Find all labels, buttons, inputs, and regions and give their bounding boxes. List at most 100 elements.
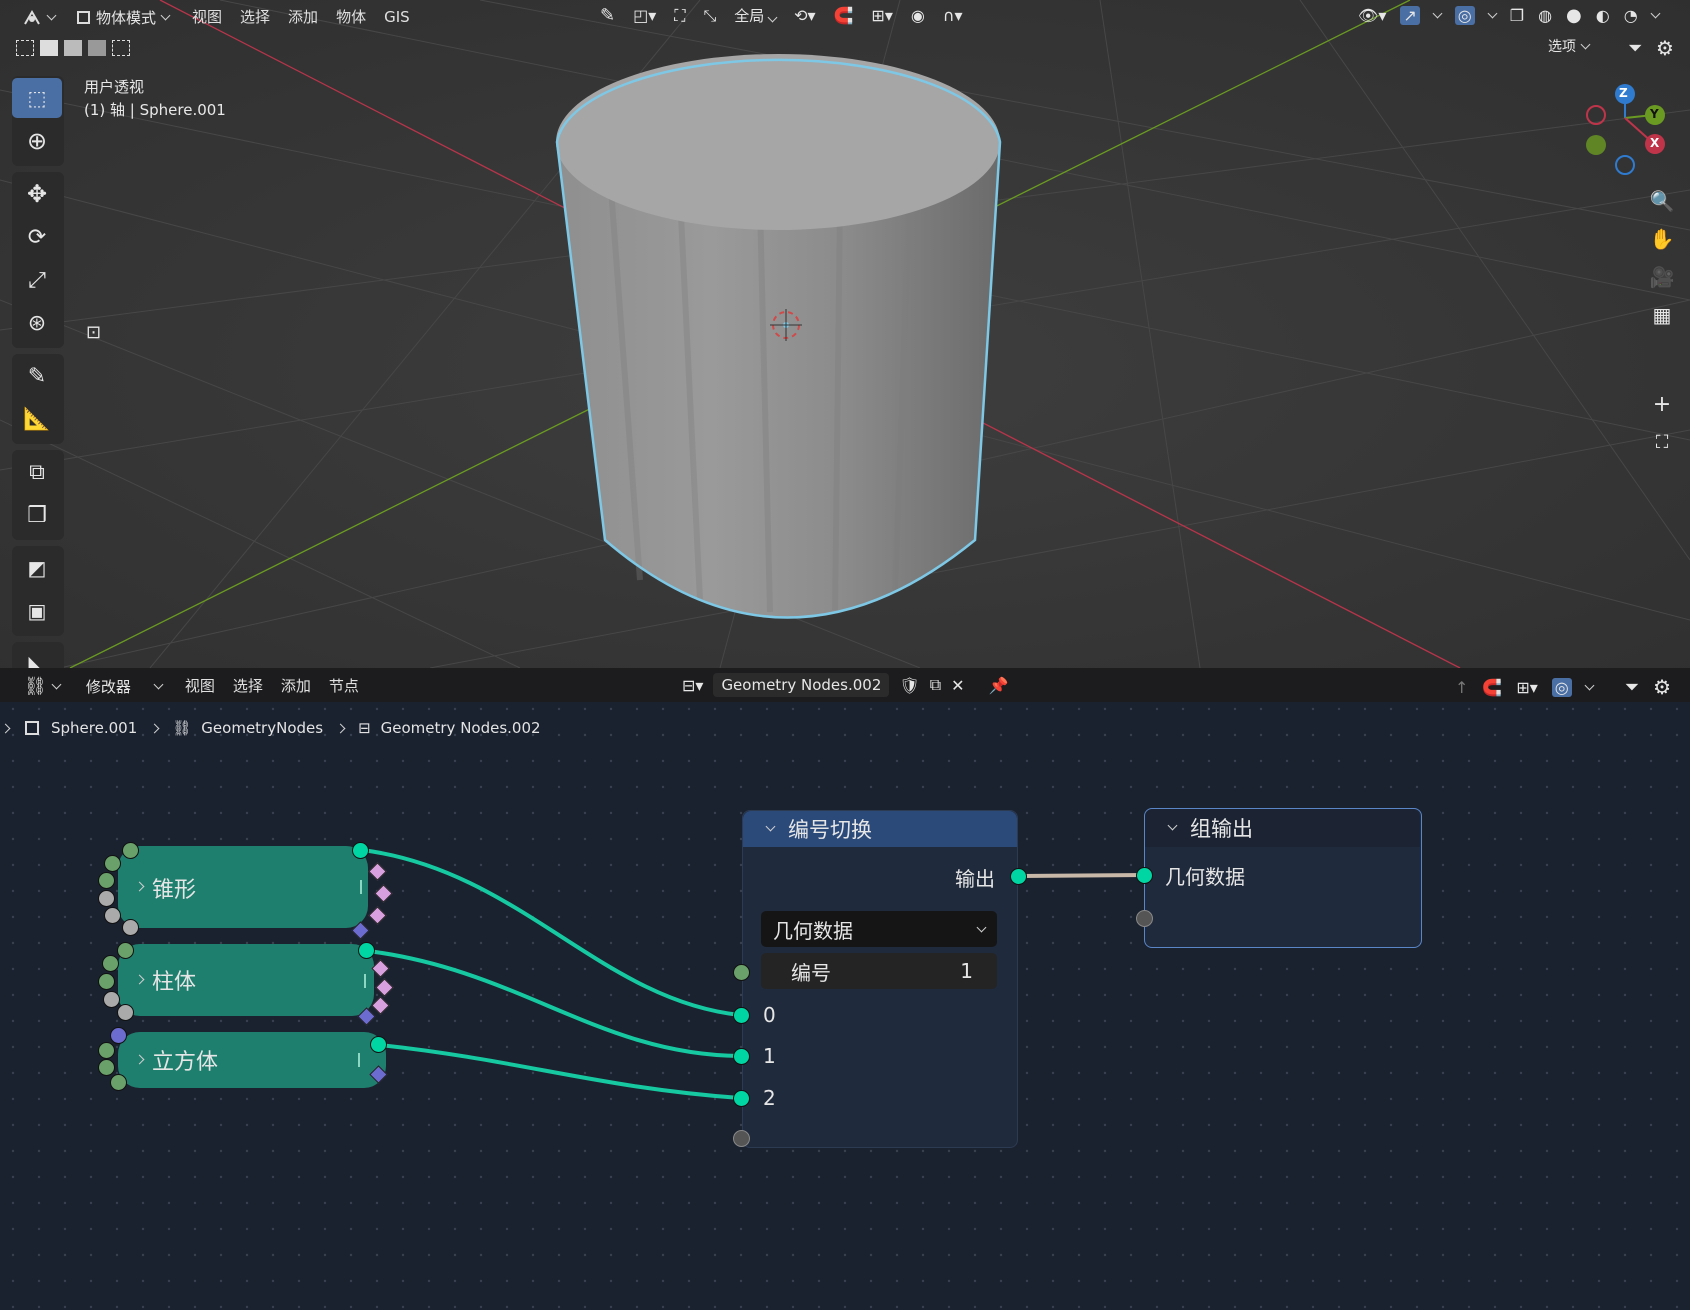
cursor-tool[interactable]: ⊕ (12, 121, 62, 161)
menu-view[interactable]: 视图 (183, 3, 231, 31)
drag-handle[interactable] (360, 880, 362, 894)
input-socket[interactable] (103, 991, 120, 1008)
ne-menu-select[interactable]: 选择 (224, 672, 272, 700)
breadcrumb-modifier[interactable]: GeometryNodes (201, 719, 323, 737)
xray-icon[interactable]: ❐ (1510, 6, 1524, 25)
pivot-icon[interactable]: ⟲▾ (794, 6, 815, 25)
gizmo-z-label[interactable]: Z (1619, 86, 1628, 100)
options-button[interactable]: 选项 (1548, 36, 1591, 56)
eyedropper-icon[interactable]: ✎ (600, 5, 615, 26)
switch-input-socket-1[interactable] (733, 1048, 750, 1065)
group-output-node[interactable]: 组输出 几何数据 (1144, 808, 1422, 948)
menu-select[interactable]: 选择 (231, 3, 279, 31)
extend-input-socket[interactable] (733, 1130, 750, 1147)
node-tree-name-field[interactable]: Geometry Nodes.002 (713, 673, 890, 697)
scale-tool[interactable]: ⤢ (12, 260, 62, 300)
add-object-tool[interactable]: ❒ (12, 495, 62, 535)
rotate-tool[interactable]: ⟳ (12, 217, 62, 257)
add-button[interactable]: + (1642, 385, 1682, 423)
selection-shape-icon[interactable]: ◰▾ (633, 6, 656, 25)
input-socket[interactable] (110, 1074, 127, 1091)
switch-input-socket-0[interactable] (733, 1007, 750, 1024)
ne-menu-add[interactable]: 添加 (272, 672, 320, 700)
camera-button[interactable]: 🎥 (1642, 258, 1682, 296)
close-icon[interactable]: ✕ (951, 676, 964, 695)
type-dropdown[interactable]: 几何数据 (761, 911, 997, 947)
select-box-tool[interactable]: ⬚ (12, 78, 62, 118)
index-switch-header[interactable]: 编号切换 (743, 811, 1017, 847)
group-node-cylinder[interactable]: 柱体 (118, 944, 374, 1016)
addon-tool[interactable]: ◣ (12, 644, 62, 669)
node-editor[interactable]: ⛓ 修改器 视图 选择 添加 节点 ⊟▾ Geometry Nodes.002 … (0, 670, 1690, 1310)
geometry-output-socket[interactable] (352, 842, 369, 859)
rendered-shading-icon[interactable]: ◔ (1624, 6, 1638, 25)
drag-handle[interactable] (364, 974, 366, 988)
frame-tool[interactable]: ▣ (12, 591, 62, 631)
pin-icon[interactable]: 📌 (989, 676, 1009, 695)
pan-button[interactable]: ✋ (1642, 220, 1682, 258)
collapse-panel-icon[interactable]: ⊡ (86, 322, 101, 343)
ortho-button[interactable]: ▦ (1642, 296, 1682, 334)
input-socket[interactable] (104, 907, 121, 924)
collapse-icon[interactable] (765, 821, 776, 831)
node-editor-type-button[interactable]: ⛓ (16, 672, 68, 700)
ne-menu-node[interactable]: 节点 (320, 672, 368, 700)
input-socket[interactable] (98, 890, 115, 907)
ne-menu-view[interactable]: 视图 (176, 672, 224, 700)
solid-shading-icon[interactable]: ● (1566, 5, 1582, 26)
index-field[interactable]: 编号 1 (761, 953, 997, 989)
gizmo-toggle-icon[interactable]: ↗ (1400, 6, 1420, 25)
ne-overlay-icon[interactable]: ◎ (1551, 677, 1572, 697)
select-intersect-icon[interactable] (112, 40, 130, 56)
expand-icon[interactable] (134, 881, 145, 892)
gizmo-y-label[interactable]: Y (1650, 107, 1659, 121)
group-output-extend-socket[interactable] (1136, 910, 1153, 927)
input-socket[interactable] (102, 955, 119, 972)
ne-snap-icon[interactable]: 🧲 (1482, 678, 1502, 697)
transform-orientation-icon[interactable]: ⤡ (703, 6, 716, 26)
wireframe-shading-icon[interactable]: ◍ (1538, 6, 1552, 25)
input-socket[interactable] (104, 855, 121, 872)
group-node-cone[interactable]: 锥形 (118, 846, 368, 928)
expand-icon[interactable] (134, 1054, 145, 1065)
proportional-edit-icon[interactable]: ◉ (911, 6, 925, 25)
input-socket[interactable] (98, 973, 115, 990)
fit-button[interactable]: ⛶ (1642, 423, 1682, 461)
input-socket[interactable] (117, 942, 134, 959)
input-socket[interactable] (122, 842, 139, 859)
select-new-icon[interactable] (16, 40, 34, 56)
ne-filter-icon[interactable]: ⏷ (1625, 677, 1639, 698)
drag-handle[interactable] (358, 1053, 360, 1067)
input-socket[interactable] (110, 1027, 127, 1044)
gizmo-x-label[interactable]: X (1650, 136, 1659, 150)
group-output-geometry-socket[interactable] (1136, 867, 1153, 884)
switch-input-socket-2[interactable] (733, 1090, 750, 1107)
select-invert-icon[interactable] (88, 40, 106, 56)
material-shading-icon[interactable]: ◐ (1596, 6, 1610, 25)
group-output-header[interactable]: 组输出 (1145, 809, 1420, 847)
drag-icon[interactable]: ⛶ (674, 6, 685, 26)
transform-orientation-selector[interactable]: 全局 (734, 5, 778, 26)
falloff-icon[interactable]: ∩▾ (943, 6, 963, 25)
transform-tool[interactable]: ⊛ (12, 303, 62, 343)
measure-tool[interactable]: 📐 (12, 399, 62, 439)
collapse-icon[interactable] (1167, 820, 1178, 830)
select-extend-icon[interactable] (40, 40, 58, 56)
input-socket[interactable] (98, 872, 115, 889)
overlay-icon[interactable]: ◎ (1454, 6, 1475, 25)
menu-gis[interactable]: GIS (375, 3, 419, 31)
mode-selector[interactable]: 物体模式 (69, 3, 177, 31)
breadcrumb-node-tree[interactable]: Geometry Nodes.002 (381, 719, 541, 737)
duplicate-icon[interactable]: ⧉ (930, 675, 941, 695)
editor-context-selector[interactable]: 修改器 (78, 672, 170, 700)
annotate-tool[interactable]: ✎ (12, 356, 62, 396)
snap-icon[interactable]: 🧲 (834, 6, 854, 25)
zoom-button[interactable]: 🔍 (1642, 182, 1682, 220)
input-socket[interactable] (122, 919, 139, 936)
snap-target-icon[interactable]: ⊞▾ (871, 6, 892, 25)
3d-viewport[interactable]: Z Y X 物体模式 视图 选择 添加 物体 GIS ✎ ◰▾ ⛶ ⤡ 全局 ⟲… (0, 0, 1690, 668)
group-node-cube[interactable]: 立方体 (118, 1032, 386, 1088)
bend-tool[interactable]: ◩ (12, 548, 62, 588)
ne-snap-target-icon[interactable]: ⊞▾ (1516, 678, 1537, 697)
geometry-output-socket[interactable] (358, 942, 375, 959)
